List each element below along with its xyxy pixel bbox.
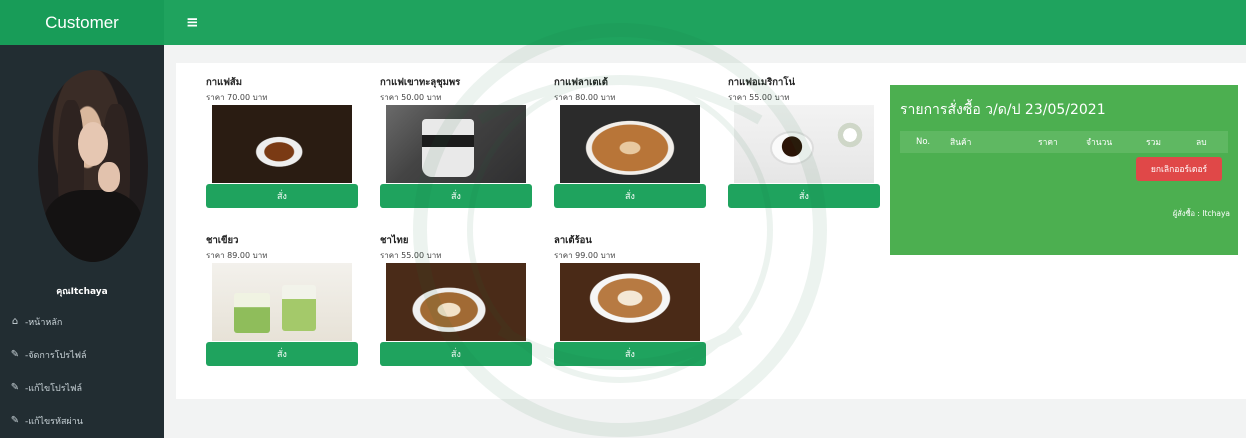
sidebar-item-label: -แก้ไขโปรไฟล์ <box>25 383 82 394</box>
sidebar-item-change-password[interactable]: ✎ -แก้ไขรหัสผ่าน <box>0 404 164 437</box>
sidebar-item-home[interactable]: ⌂ -หน้าหลัก <box>0 305 164 338</box>
order-table-header: No. สินค้า ราคา จำนวน รวม ลบ <box>900 131 1228 153</box>
product-card: ลาเต้ร้อน ราคา 99.00 บาท สั่ง <box>554 233 706 366</box>
order-button[interactable]: สั่ง <box>206 184 358 208</box>
edit-icon: ✎ <box>10 349 20 360</box>
avatar <box>38 70 148 262</box>
sidebar-item-label: -หน้าหลัก <box>25 317 63 328</box>
home-icon: ⌂ <box>11 316 19 327</box>
edit-icon: ✎ <box>10 415 20 426</box>
product-price: ราคา 55.00 บาท <box>380 251 442 260</box>
sidebar: Customer คุณItchaya ⌂ -หน้าหลัก ✎ -จัดกา… <box>0 0 164 438</box>
product-price: ราคา 99.00 บาท <box>554 251 616 260</box>
order-button[interactable]: สั่ง <box>206 342 358 366</box>
product-name: ลาเต้ร้อน <box>554 235 592 246</box>
product-name: กาแฟเขาทะลุชุมพร <box>380 77 461 88</box>
product-card: กาแฟอเมริกาโน่ ราคา 55.00 บาท สั่ง <box>728 75 880 208</box>
product-image <box>734 105 874 183</box>
column-header: สินค้า <box>950 138 972 148</box>
sidebar-menu: ⌂ -หน้าหลัก ✎ -จัดการโปรไฟล์ ✎ -แก้ไขโปร… <box>0 305 164 437</box>
order-button[interactable]: สั่ง <box>380 342 532 366</box>
brand-title: Customer <box>0 0 164 45</box>
column-header: จำนวน <box>1086 138 1113 148</box>
product-card: กาแฟลาเตเต้ ราคา 80.00 บาท สั่ง <box>554 75 706 208</box>
product-price: ราคา 55.00 บาท <box>728 93 790 102</box>
column-header: ลบ <box>1196 138 1207 148</box>
order-button[interactable]: สั่ง <box>728 184 880 208</box>
product-image <box>386 263 526 341</box>
order-button[interactable]: สั่ง <box>554 342 706 366</box>
product-price: ราคา 50.00 บาท <box>380 93 442 102</box>
column-header: ราคา <box>1038 138 1058 148</box>
product-name: กาแฟอเมริกาโน่ <box>728 77 795 88</box>
order-button[interactable]: สั่ง <box>380 184 532 208</box>
order-button[interactable]: สั่ง <box>554 184 706 208</box>
product-name: ชาเขียว <box>206 235 239 246</box>
product-image <box>560 263 700 341</box>
buyer-label: ผู้สั่งซื้อ : Itchaya <box>1172 209 1230 218</box>
sidebar-item-label: -จัดการโปรไฟล์ <box>25 350 87 361</box>
product-image <box>212 105 352 183</box>
product-name: กาแฟส้ม <box>206 77 242 88</box>
top-header: ≡ <box>164 0 1246 45</box>
order-title: รายการสั่งซื้อ ว/ด/ป 23/05/2021 <box>900 102 1106 118</box>
product-image <box>386 105 526 183</box>
product-card: กาแฟเขาทะลุชุมพร ราคา 50.00 บาท สั่ง <box>380 75 532 208</box>
order-panel: รายการสั่งซื้อ ว/ด/ป 23/05/2021 No. สินค… <box>890 85 1238 255</box>
username: คุณItchaya <box>56 287 108 297</box>
product-name: กาแฟลาเตเต้ <box>554 77 608 88</box>
product-name: ชาไทย <box>380 235 409 246</box>
sidebar-item-edit-profile[interactable]: ✎ -แก้ไขโปรไฟล์ <box>0 371 164 404</box>
sidebar-item-label: -แก้ไขรหัสผ่าน <box>25 416 83 427</box>
product-card: ชาไทย ราคา 55.00 บาท สั่ง <box>380 233 532 366</box>
product-image <box>560 105 700 183</box>
product-price: ราคา 80.00 บาท <box>554 93 616 102</box>
product-card: ชาเขียว ราคา 89.00 บาท สั่ง <box>206 233 358 366</box>
product-card: กาแฟส้ม ราคา 70.00 บาท สั่ง <box>206 75 358 208</box>
column-header: No. <box>916 137 931 147</box>
cancel-order-button[interactable]: ยกเลิกออร์เดอร์ <box>1136 157 1222 181</box>
main-content: กาแฟส้ม ราคา 70.00 บาท สั่ง กาแฟเขาทะลุช… <box>164 45 1246 438</box>
product-image <box>212 263 352 341</box>
column-header: รวม <box>1146 138 1161 148</box>
edit-icon: ✎ <box>10 382 20 393</box>
hamburger-menu-icon[interactable]: ≡ <box>186 13 199 31</box>
product-price: ราคา 89.00 บาท <box>206 251 268 260</box>
sidebar-item-manage-profile[interactable]: ✎ -จัดการโปรไฟล์ <box>0 338 164 371</box>
product-price: ราคา 70.00 บาท <box>206 93 268 102</box>
